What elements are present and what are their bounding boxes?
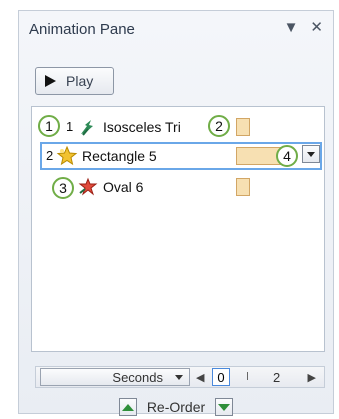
- arrow-up-icon: [121, 403, 134, 411]
- animation-label: Oval 6: [103, 179, 144, 195]
- animation-item-3[interactable]: 3 Oval 6: [32, 173, 324, 203]
- pane-options-dropdown-icon[interactable]: ▼: [284, 19, 299, 37]
- animation-order: 1: [66, 119, 74, 134]
- scroll-left-icon[interactable]: ◀: [196, 371, 204, 384]
- move-up-button[interactable]: [118, 398, 137, 416]
- timeline-tick-label: 2: [273, 370, 281, 385]
- animation-options-dropdown[interactable]: [302, 145, 320, 163]
- scroll-right-icon[interactable]: ▶: [308, 371, 316, 384]
- play-button[interactable]: Play: [35, 67, 114, 95]
- animation-item-1[interactable]: 1 1 Isosceles Tri 2: [32, 113, 324, 143]
- animation-label: Rectangle 5: [82, 148, 157, 164]
- callout-4: 4: [276, 145, 298, 167]
- animation-label: Isosceles Tri: [103, 119, 181, 135]
- play-label: Play: [66, 73, 94, 89]
- timeline-current[interactable]: 0: [212, 368, 230, 386]
- animation-pane: Animation Pane ▼ ✕ Play 1 1 Isosceles Tr…: [18, 10, 334, 416]
- timeline-bar: Seconds ◀ 0 2 ▶: [35, 366, 325, 388]
- emphasis-effect-icon: [56, 145, 78, 166]
- pane-title: Animation Pane: [29, 21, 135, 38]
- animation-item-2[interactable]: 2 Rectangle 5 4: [32, 142, 324, 172]
- callout-3: 3: [52, 177, 74, 199]
- pane-title-controls: ▼ ✕: [284, 19, 323, 37]
- exit-effect-icon: [78, 177, 98, 196]
- play-icon: [45, 75, 56, 87]
- timeline-tick: [247, 372, 248, 380]
- seconds-label: Seconds: [112, 369, 163, 385]
- move-down-button[interactable]: [215, 398, 234, 416]
- reorder-label: Re-Order: [146, 399, 206, 415]
- animation-list[interactable]: 1 1 Isosceles Tri 2 2 Rectangle 5 4 3 Ov…: [31, 106, 325, 352]
- chevron-down-icon: [175, 375, 183, 380]
- animation-order: 2: [46, 148, 54, 163]
- timing-bar[interactable]: [236, 178, 250, 196]
- callout-2: 2: [208, 115, 230, 137]
- entrance-effect-icon: [81, 120, 93, 136]
- arrow-down-icon: [218, 403, 231, 411]
- seconds-dropdown[interactable]: Seconds: [40, 368, 190, 386]
- callout-1: 1: [38, 115, 60, 137]
- close-icon[interactable]: ✕: [310, 19, 323, 37]
- reorder-controls: Re-Order: [19, 395, 333, 419]
- timing-bar[interactable]: [236, 118, 250, 136]
